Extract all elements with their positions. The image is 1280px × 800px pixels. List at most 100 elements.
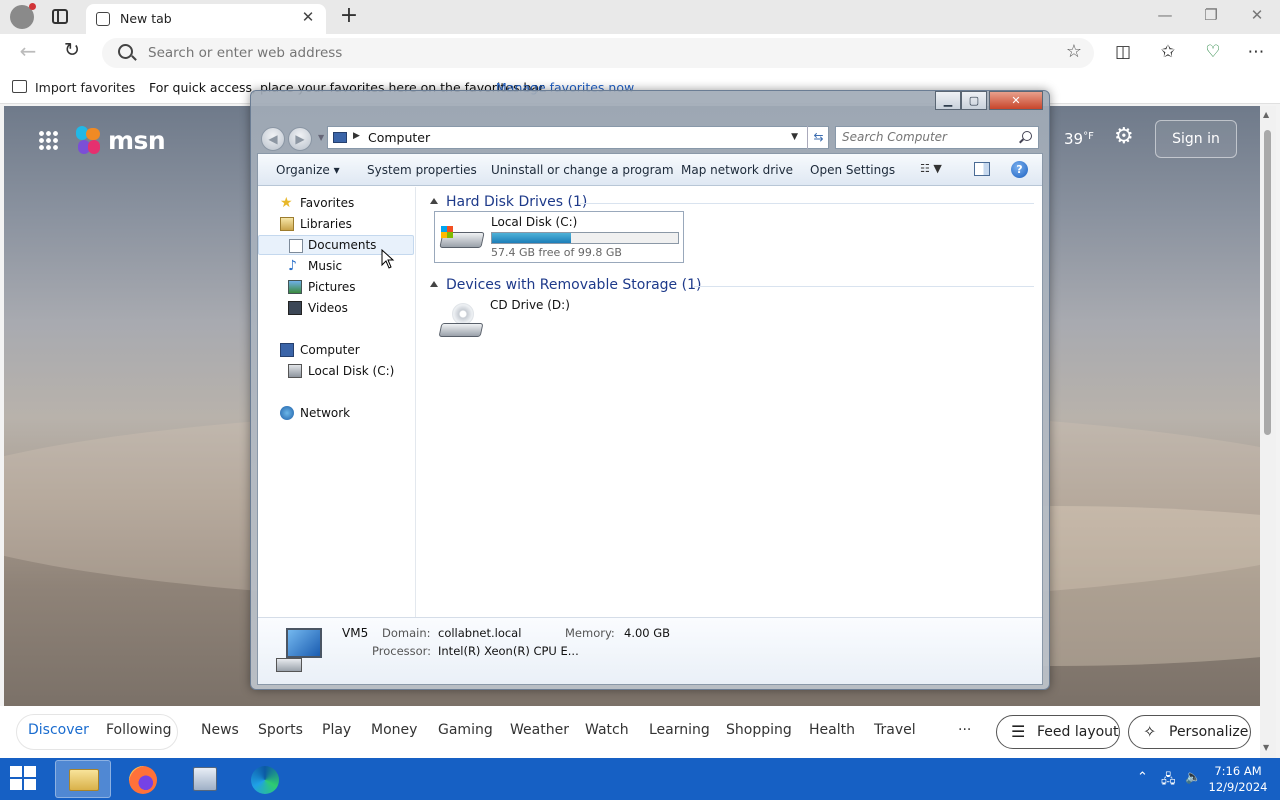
network-tray-icon[interactable]: 🖧 <box>1161 770 1176 792</box>
open-settings-button[interactable]: Open Settings <box>810 163 895 177</box>
msn-butterfly-icon <box>76 126 104 156</box>
back-icon[interactable]: ← <box>14 39 42 63</box>
taskbar-edge[interactable] <box>238 760 294 798</box>
import-favorites-button[interactable]: Import favorites <box>12 80 135 95</box>
nav-pictures[interactable]: Pictures <box>258 277 414 297</box>
profile-icon[interactable] <box>10 3 36 29</box>
show-hidden-icons[interactable]: ⌃ <box>1137 770 1148 785</box>
close-window-icon[interactable]: ✕ <box>1242 6 1272 24</box>
explorer-back-icon[interactable]: ◀ <box>261 127 285 151</box>
nav-learning[interactable]: Learning <box>649 722 710 738</box>
tab-actions-icon[interactable] <box>52 9 68 24</box>
explorer-search-icon[interactable] <box>1022 131 1032 141</box>
nav-money[interactable]: Money <box>371 722 417 738</box>
explorer-file-list: Hard Disk Drives (1) Local Disk (C:) 57.… <box>418 187 1040 617</box>
weather-widget[interactable]: 39°F <box>1064 130 1094 148</box>
nav-network[interactable]: Network <box>258 403 414 423</box>
computer-icon <box>333 132 347 143</box>
memory-label: Memory: <box>565 626 615 640</box>
address-bar[interactable]: ☆ <box>102 38 1094 68</box>
breadcrumb-location[interactable]: Computer <box>368 130 430 145</box>
nav-play[interactable]: Play <box>322 722 351 738</box>
nav-videos-label: Videos <box>308 301 348 315</box>
explorer-command-bar: Organize ▾ System properties Uninstall o… <box>258 154 1042 186</box>
nav-documents-label: Documents <box>308 238 377 252</box>
nav-watch[interactable]: Watch <box>585 722 629 738</box>
address-input[interactable] <box>148 43 1008 63</box>
volume-icon[interactable]: 🔈 <box>1185 770 1201 785</box>
nav-news[interactable]: News <box>201 722 239 738</box>
change-view-icon[interactable]: ☷ ▼ <box>920 162 948 178</box>
nav-gaming[interactable]: Gaming <box>438 722 493 738</box>
server-manager-icon <box>193 767 217 791</box>
address-dropdown-icon[interactable]: ▼ <box>791 132 798 142</box>
nav-shopping[interactable]: Shopping <box>726 722 792 738</box>
folder-icon <box>69 769 99 791</box>
group-hard-disk-drives[interactable]: Hard Disk Drives (1) <box>430 194 587 210</box>
start-button[interactable] <box>10 766 38 792</box>
page-scrollbar[interactable]: ▲ ▼ <box>1260 106 1276 758</box>
sign-in-button[interactable]: Sign in <box>1155 120 1237 158</box>
taskbar-firefox[interactable] <box>116 760 172 798</box>
favorites-icon[interactable]: ✩ <box>1155 42 1181 62</box>
memory-value: 4.00 GB <box>624 626 671 640</box>
taskbar-file-explorer[interactable] <box>55 760 111 798</box>
nav-sports[interactable]: Sports <box>258 722 303 738</box>
drive-c[interactable]: Local Disk (C:) 57.4 GB free of 99.8 GB <box>434 211 684 263</box>
drive-d-name: CD Drive (D:) <box>490 298 570 312</box>
settings-gear-icon[interactable]: ⚙ <box>1114 124 1134 149</box>
nav-weather[interactable]: Weather <box>510 722 569 738</box>
refresh-icon[interactable]: ↻ <box>58 39 86 61</box>
scrollbar-thumb[interactable] <box>1264 130 1271 435</box>
explorer-search-box[interactable] <box>835 126 1039 149</box>
system-properties-button[interactable]: System properties <box>367 163 477 177</box>
close-tab-icon[interactable]: ✕ <box>298 8 318 26</box>
scroll-down-icon[interactable]: ▼ <box>1263 743 1269 752</box>
nav-travel[interactable]: Travel <box>874 722 916 738</box>
explorer-maximize-icon[interactable]: ▢ <box>961 91 987 110</box>
feed-layout-button[interactable]: ☰ Feed layout <box>996 715 1120 749</box>
explorer-refresh-icon[interactable]: ⇆ <box>807 126 829 149</box>
more-menu-icon[interactable]: ⋯ <box>1243 42 1269 62</box>
nav-health[interactable]: Health <box>809 722 855 738</box>
explorer-content-frame: Organize ▾ System properties Uninstall o… <box>257 153 1043 685</box>
breadcrumb-arrow-icon[interactable]: ▶ <box>353 131 360 141</box>
nav-libraries[interactable]: Libraries <box>258 214 414 234</box>
explorer-search-input[interactable] <box>842 130 1012 144</box>
nav-videos[interactable]: Videos <box>258 298 414 318</box>
group-removable-storage[interactable]: Devices with Removable Storage (1) <box>430 277 701 293</box>
taskbar-clock[interactable]: 7:16 AM 12/9/2024 <box>1206 763 1270 795</box>
minimize-icon[interactable]: — <box>1150 6 1180 24</box>
nav-network-label: Network <box>300 406 351 420</box>
nav-computer[interactable]: Computer <box>258 340 414 360</box>
uninstall-program-button[interactable]: Uninstall or change a program <box>491 163 674 177</box>
drive-d[interactable]: CD Drive (D:) <box>434 295 684 347</box>
nav-more-button[interactable]: ··· <box>958 722 971 738</box>
nav-music-label: Music <box>308 259 343 273</box>
nav-favorites[interactable]: ★ Favorites <box>258 193 414 213</box>
tab-following[interactable]: Following <box>106 722 172 738</box>
add-favorite-icon[interactable]: ☆ <box>1066 41 1082 62</box>
explorer-address-bar[interactable]: ▶ Computer ▼ <box>327 126 829 149</box>
organize-button[interactable]: Organize ▾ <box>276 163 340 177</box>
explorer-close-icon[interactable]: ✕ <box>989 91 1043 110</box>
browser-essentials-icon[interactable]: ♡ <box>1200 42 1226 62</box>
personalize-button[interactable]: ✧ Personalize <box>1128 715 1251 749</box>
help-icon[interactable]: ? <box>1011 161 1028 178</box>
scroll-up-icon[interactable]: ▲ <box>1263 110 1269 119</box>
nav-local-disk[interactable]: Local Disk (C:) <box>258 361 414 381</box>
new-tab-page-icon <box>96 12 110 26</box>
recent-pages-icon[interactable]: ▼ <box>318 133 324 142</box>
new-tab-icon[interactable]: + <box>338 3 360 28</box>
preview-pane-icon[interactable] <box>974 162 990 176</box>
tab-discover[interactable]: Discover <box>28 722 89 738</box>
split-screen-icon[interactable]: ◫ <box>1110 42 1136 62</box>
explorer-forward-icon[interactable]: ▶ <box>288 127 312 151</box>
explorer-minimize-icon[interactable]: ▁ <box>935 91 961 110</box>
map-network-drive-button[interactable]: Map network drive <box>681 163 793 177</box>
drive-c-usage-bar <box>491 232 679 244</box>
taskbar-server-manager[interactable] <box>177 760 233 798</box>
apps-grid-icon[interactable] <box>38 130 58 150</box>
tab-new-tab[interactable]: New tab ✕ <box>86 4 326 34</box>
restore-icon[interactable]: ❐ <box>1196 6 1226 24</box>
